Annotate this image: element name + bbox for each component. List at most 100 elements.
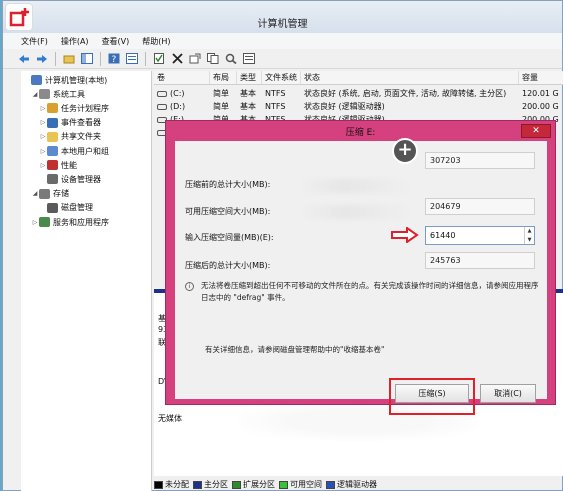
legend-swatch bbox=[193, 480, 202, 489]
blurred-text bbox=[300, 205, 410, 219]
legend-label: 逻辑驱动器 bbox=[337, 480, 377, 489]
menu-view[interactable]: 查看(V) bbox=[102, 36, 130, 47]
expand-toggle-icon[interactable]: ▷ bbox=[39, 133, 47, 140]
toolbar-separator bbox=[55, 51, 56, 66]
column-header-type[interactable]: 类型 bbox=[237, 71, 262, 84]
legend-item: 逻辑驱动器 bbox=[326, 479, 377, 490]
column-header-layout[interactable]: 布局 bbox=[210, 71, 237, 84]
tree-node-label: 事件查看器 bbox=[61, 118, 101, 128]
expand-toggle-icon[interactable]: ◢ bbox=[31, 190, 39, 197]
tree-node-label: 服务和应用程序 bbox=[53, 217, 109, 227]
close-icon[interactable]: ✕ bbox=[521, 124, 551, 138]
shrink-amount-value: 61440 bbox=[430, 231, 456, 240]
expand-toggle-icon[interactable]: ▷ bbox=[39, 105, 47, 112]
column-header-volume[interactable]: 卷 bbox=[154, 71, 210, 84]
back-icon[interactable] bbox=[17, 52, 31, 66]
navigation-tree: 计算机管理(本地) ◢ 系统工具 ▷ 任务计划程序 ▷ 事件查看器 ▷ 共享文件夹 ▷ 本地用户和组… bbox=[21, 71, 152, 491]
available-value: 204679 bbox=[425, 198, 535, 215]
expand-toggle-icon[interactable]: ▷ bbox=[39, 162, 47, 169]
export-icon[interactable] bbox=[188, 52, 202, 66]
tree-node-label: 设备管理器 bbox=[61, 174, 101, 184]
table-row[interactable]: (C:) 简单 基本 NTFS 状态良好 (系统, 启动, 页面文件, 活动, 故障转储… bbox=[154, 87, 563, 100]
tree-node[interactable]: 计算机管理(本地) bbox=[23, 73, 107, 87]
legend-item: 可用空间 bbox=[279, 479, 322, 490]
folder-icon bbox=[47, 131, 58, 142]
tree-node[interactable]: ▷ 任务计划程序 bbox=[39, 101, 109, 115]
shrink-amount-input[interactable]: 61440 ▲ ▼ bbox=[425, 226, 535, 245]
storage-icon bbox=[39, 188, 50, 199]
toolbar: ? bbox=[3, 49, 562, 69]
plus-icon: + bbox=[392, 138, 418, 164]
red-arrow-icon bbox=[391, 227, 419, 243]
check-icon[interactable] bbox=[152, 52, 166, 66]
show-hide-tree-icon[interactable] bbox=[80, 52, 94, 66]
spin-buttons: ▲ ▼ bbox=[524, 227, 534, 244]
table-cell-layout: 简单 bbox=[213, 102, 229, 111]
tree-node-label: 性能 bbox=[61, 160, 77, 170]
event-icon bbox=[47, 117, 58, 128]
delete-icon[interactable] bbox=[170, 52, 184, 66]
tree-node-label: 本地用户和组 bbox=[61, 146, 109, 156]
legend-item: 主分区 bbox=[193, 479, 228, 490]
users-icon bbox=[47, 146, 58, 156]
volume-list-header: 卷 布局 类型 文件系统 状态 容量 bbox=[154, 71, 563, 85]
column-header-status[interactable]: 状态 bbox=[301, 71, 519, 84]
table-cell-vol: (C:) bbox=[154, 89, 210, 98]
device-icon bbox=[47, 174, 58, 185]
tree-node[interactable]: ▷ 事件查看器 bbox=[39, 116, 101, 130]
legend-swatch bbox=[232, 480, 241, 489]
tree-node[interactable]: 设备管理器 bbox=[39, 172, 101, 186]
legend-item: 未分配 bbox=[154, 479, 189, 490]
help-icon[interactable]: ? bbox=[107, 52, 121, 66]
spin-down-icon[interactable]: ▼ bbox=[525, 236, 534, 245]
total-after-value: 245763 bbox=[425, 252, 535, 269]
dialog-title: 压缩 E: bbox=[345, 128, 376, 138]
info-text: 无法将卷压缩到超出任何不可移动的文件所在的点。有关完成该操作时间的详细信息，请参… bbox=[201, 281, 539, 302]
tree-node[interactable]: ▷ 服务和应用程序 bbox=[31, 215, 109, 229]
expand-toggle-icon[interactable]: ◢ bbox=[31, 91, 39, 98]
computer-icon bbox=[31, 75, 42, 85]
clock-icon bbox=[47, 103, 58, 114]
volume-name: (D:) bbox=[170, 102, 186, 111]
copy-icon[interactable] bbox=[206, 52, 220, 66]
tree-node[interactable]: ◢ 存储 bbox=[31, 187, 69, 201]
title-bar[interactable]: 计算机管理 bbox=[3, 1, 562, 33]
tree-node-label: 存储 bbox=[53, 189, 69, 199]
menu-file[interactable]: 文件(F) bbox=[21, 36, 48, 47]
legend-label: 可用空间 bbox=[290, 480, 322, 489]
tree-node-label: 共享文件夹 bbox=[61, 132, 101, 142]
help-text: 有关详细信息，请参阅磁盘管理帮助中的"收缩基本卷" bbox=[205, 345, 385, 354]
column-header-filesystem[interactable]: 文件系统 bbox=[262, 71, 301, 84]
tree-node-label: 磁盘管理 bbox=[61, 203, 93, 213]
expand-toggle-icon[interactable]: ▷ bbox=[39, 148, 47, 155]
disk-icon bbox=[47, 202, 58, 213]
tree-node[interactable]: ▷ 性能 bbox=[39, 158, 77, 172]
legend-label: 扩展分区 bbox=[243, 480, 275, 489]
legend-label: 主分区 bbox=[204, 480, 228, 489]
forward-icon[interactable] bbox=[35, 52, 49, 66]
tree-node[interactable]: ◢ 系统工具 bbox=[31, 87, 85, 101]
tree-node[interactable]: 磁盘管理 bbox=[39, 201, 93, 215]
table-row[interactable]: (D:) 简单 基本 NTFS 状态良好 (逻辑驱动器) 200.00 G bbox=[154, 100, 563, 113]
menu-help[interactable]: 帮助(H) bbox=[142, 36, 170, 47]
list-view-icon[interactable] bbox=[242, 52, 256, 66]
table-cell-capacity: 200.00 G bbox=[522, 102, 559, 111]
search-icon[interactable] bbox=[224, 52, 238, 66]
menu-action[interactable]: 操作(A) bbox=[61, 36, 89, 47]
tree-node[interactable]: ▷ 本地用户和组 bbox=[39, 144, 109, 158]
column-header-capacity[interactable]: 容量 bbox=[519, 71, 563, 84]
folder-up-icon[interactable] bbox=[62, 52, 76, 66]
table-cell-capacity: 120.01 G bbox=[522, 89, 559, 98]
services-icon bbox=[39, 217, 50, 227]
tree-node[interactable]: ▷ 共享文件夹 bbox=[39, 130, 101, 144]
table-cell-fs: NTFS bbox=[265, 89, 286, 98]
properties-icon[interactable] bbox=[125, 52, 139, 66]
spin-up-icon[interactable]: ▲ bbox=[525, 227, 534, 236]
cancel-button[interactable]: 取消(C) bbox=[480, 384, 536, 403]
tree-node-label: 任务计划程序 bbox=[61, 103, 109, 113]
expand-toggle-icon[interactable]: ▷ bbox=[39, 119, 47, 126]
tree-node-label: 计算机管理(本地) bbox=[45, 75, 108, 85]
legend-swatch bbox=[154, 480, 163, 489]
total-after-label: 压缩后的总计大小(MB): bbox=[185, 261, 271, 270]
expand-toggle-icon[interactable]: ▷ bbox=[31, 219, 39, 226]
